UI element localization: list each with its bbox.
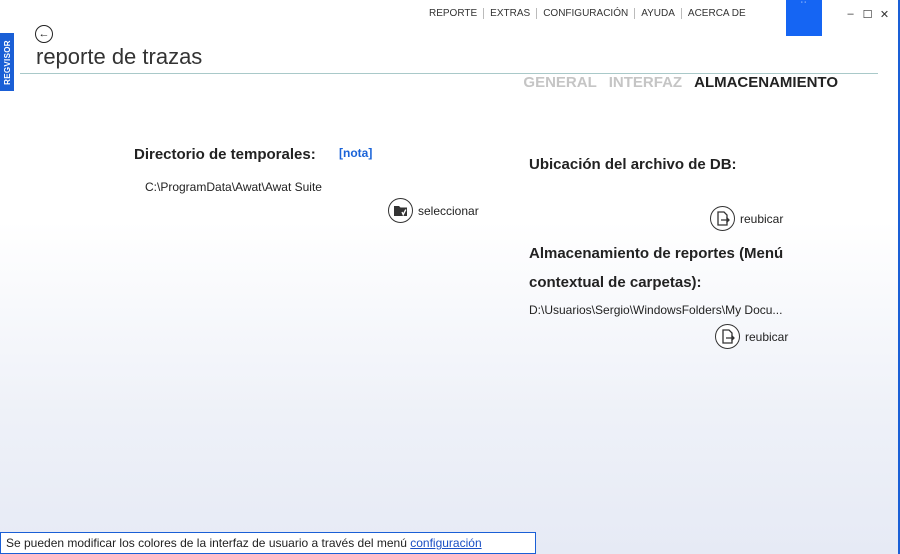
relocate-reports-button[interactable]: reubicar [715,324,788,349]
nav-acerca-de[interactable]: ACERCA DE [682,8,752,19]
select-folder-button[interactable]: seleccionar [388,198,479,223]
status-text: Se pueden modificar los colores de la in… [6,536,411,550]
minimize-icon[interactable]: – [845,8,856,21]
page-title: reporte de trazas [36,44,203,69]
folder-icon [388,198,413,223]
configuration-link[interactable]: configuración [410,536,481,550]
nav-ayuda[interactable]: AYUDA [635,8,681,19]
nav-extras[interactable]: EXTRAS [484,8,536,19]
relocate-db-label: reubicar [740,211,784,226]
side-tab-label: REGVISOR [2,39,12,85]
tab-general[interactable]: GENERAL [523,74,596,91]
temp-directory-heading: Directorio de temporales: [134,146,316,163]
side-tab[interactable]: REGVISOR [0,33,14,91]
accent-glyph: ˙˙ [800,1,808,12]
close-icon[interactable]: ✕ [879,8,890,21]
reports-storage-heading-line2: contextual de carpetas): [529,274,702,291]
relocate-db-button[interactable]: reubicar [710,206,783,231]
top-navigation: REPORTE EXTRAS CONFIGURACIÓN AYUDA ACERC… [423,8,752,19]
arrow-left-icon: ← [38,27,50,40]
temp-directory-path: C:\ProgramData\Awat\Awat Suite [145,180,322,194]
reports-storage-path: D:\Usuarios\Sergio\WindowsFolders\My Doc… [529,303,783,317]
status-bar: Se pueden modificar los colores de la in… [0,532,536,554]
move-file-icon [715,324,740,349]
back-button[interactable]: ← [35,25,53,43]
tab-interfaz[interactable]: INTERFAZ [609,74,682,91]
nav-configuracion[interactable]: CONFIGURACIÓN [537,8,634,19]
nav-reporte[interactable]: REPORTE [423,8,483,19]
tab-almacenamiento[interactable]: ALMACENAMIENTO [694,74,838,91]
settings-tabs: GENERAL INTERFAZ ALMACENAMIENTO [523,74,838,91]
accent-box[interactable]: ˙˙ [786,0,822,36]
db-location-heading: Ubicación del archivo de DB: [529,156,737,173]
maximize-icon[interactable]: ☐ [862,8,873,21]
move-file-icon [710,206,735,231]
relocate-reports-label: reubicar [745,329,789,344]
note-link[interactable]: [nota] [339,146,372,160]
select-label: seleccionar [418,203,479,218]
reports-storage-heading-line1: Almacenamiento de reportes (Menú [529,245,784,262]
window-controls: – ☐ ✕ [845,8,890,21]
